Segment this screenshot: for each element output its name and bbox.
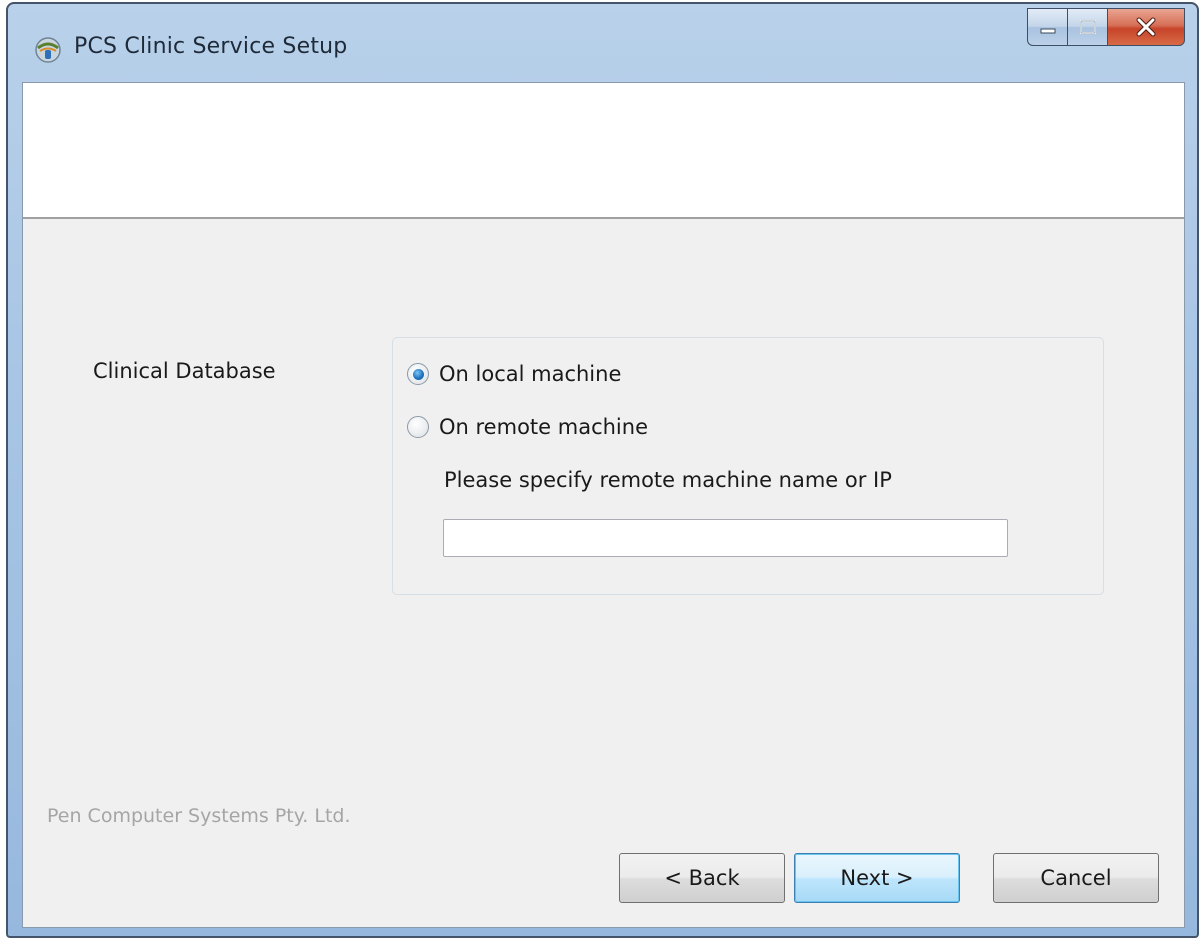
next-button[interactable]: Next >: [794, 853, 960, 903]
caption-buttons: [1027, 8, 1185, 46]
setup-window: PCS Clinic Service Setup Clinical Databa…: [6, 2, 1199, 938]
database-location-group: On local machine On remote machine Pleas…: [392, 337, 1104, 595]
radio-remote-machine[interactable]: On remote machine: [407, 415, 648, 439]
dialog-body: Clinical Database On local machine On re…: [22, 82, 1185, 928]
title-bar[interactable]: PCS Clinic Service Setup: [8, 4, 1197, 84]
window-title: PCS Clinic Service Setup: [74, 34, 348, 59]
close-button[interactable]: [1107, 8, 1185, 46]
back-button[interactable]: < Back: [619, 853, 785, 903]
cancel-button[interactable]: Cancel: [993, 853, 1159, 903]
radio-checked-icon[interactable]: [407, 363, 429, 385]
header-banner: [23, 83, 1184, 219]
clinical-database-label: Clinical Database: [93, 359, 276, 383]
radio-local-label: On local machine: [439, 362, 622, 386]
remote-machine-hint: Please specify remote machine name or IP: [444, 468, 892, 492]
radio-remote-label: On remote machine: [439, 415, 648, 439]
maximize-button[interactable]: [1067, 8, 1107, 46]
app-icon: [35, 37, 61, 63]
minimize-icon: [1040, 28, 1055, 34]
close-icon: [1136, 17, 1156, 37]
company-name: Pen Computer Systems Pty. Ltd.: [47, 805, 351, 827]
maximize-icon: [1079, 20, 1096, 34]
radio-unchecked-icon[interactable]: [407, 416, 429, 438]
minimize-button[interactable]: [1027, 8, 1067, 46]
remote-machine-input[interactable]: [443, 519, 1008, 557]
radio-local-machine[interactable]: On local machine: [407, 362, 621, 386]
